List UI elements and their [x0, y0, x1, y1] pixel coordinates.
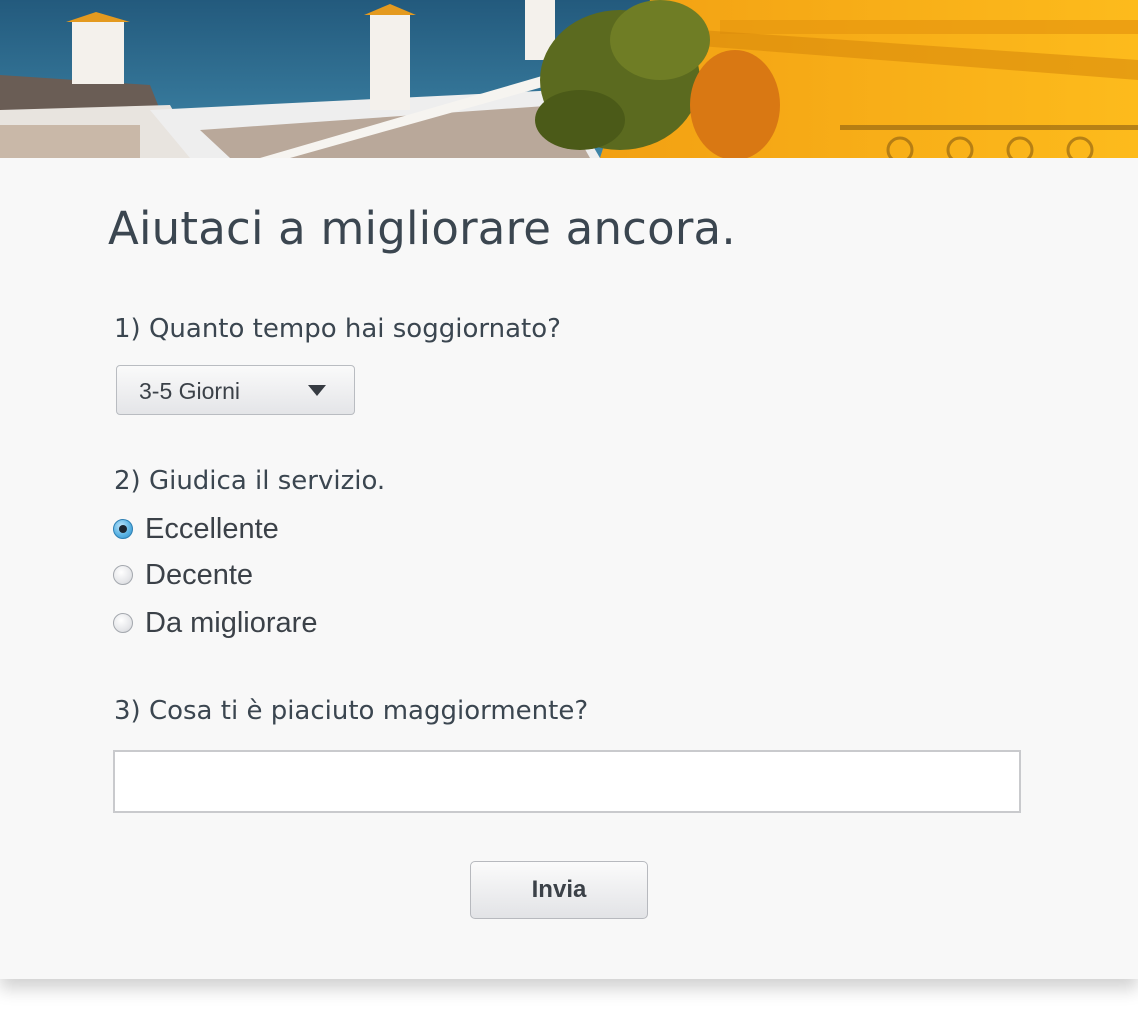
- liked-most-input[interactable]: [113, 750, 1021, 813]
- radio-option-da-migliorare[interactable]: Da migliorare: [113, 607, 317, 639]
- radio-label-decente: Decente: [145, 558, 254, 591]
- question-2-label: 2) Giudica il servizio.: [114, 466, 386, 496]
- stay-duration-select[interactable]: 3-5 Giorni: [116, 365, 355, 415]
- survey-card: Aiutaci a migliorare ancora. 1) Quanto t…: [0, 0, 1138, 979]
- radio-label-eccellente: Eccellente: [145, 512, 279, 545]
- radio-checked-icon[interactable]: [113, 519, 133, 539]
- question-1-label: 1) Quanto tempo hai soggiornato?: [114, 314, 561, 344]
- submit-button[interactable]: Invia: [470, 861, 648, 919]
- radio-option-eccellente[interactable]: Eccellente: [113, 513, 279, 545]
- radio-label-da-migliorare: Da migliorare: [145, 606, 318, 639]
- radio-unchecked-icon[interactable]: [113, 613, 133, 633]
- radio-unchecked-icon[interactable]: [113, 565, 133, 585]
- stay-duration-selected-value: 3-5 Giorni: [139, 378, 240, 404]
- radio-option-decente[interactable]: Decente: [113, 559, 253, 591]
- header-banner-image: [0, 0, 1138, 158]
- page-title: Aiutaci a migliorare ancora.: [108, 202, 736, 255]
- question-3-label: 3) Cosa ti è piaciuto maggiormente?: [114, 696, 589, 726]
- caret-down-icon: [308, 385, 326, 396]
